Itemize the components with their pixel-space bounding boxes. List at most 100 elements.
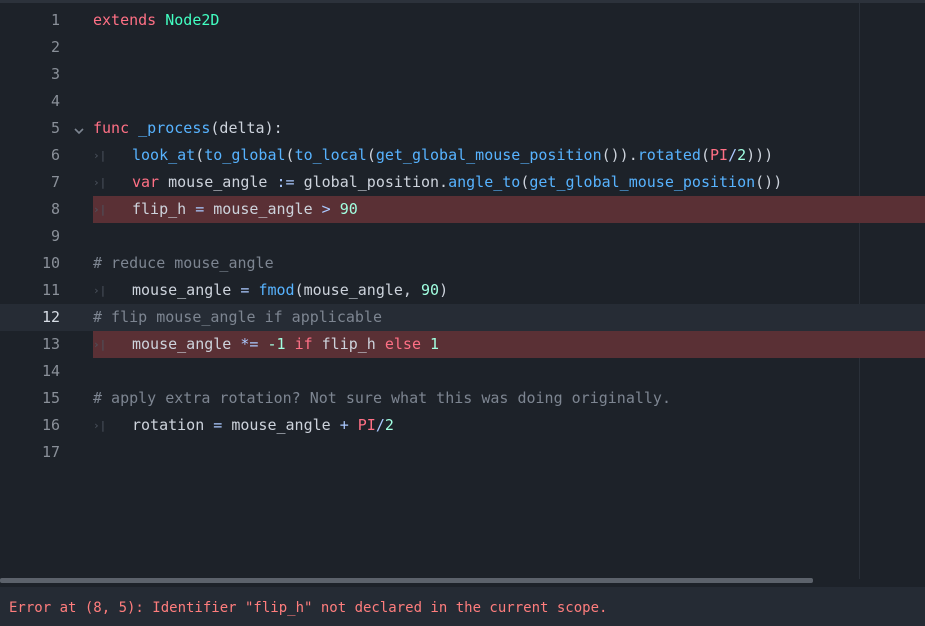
code-line-2[interactable]: 2: [0, 34, 925, 61]
code-line-4[interactable]: 4: [0, 88, 925, 115]
tab-indent-icon: ›|: [93, 176, 107, 189]
operator-token: >: [321, 200, 331, 218]
line-number: 5: [50, 119, 60, 137]
number-token: 90: [339, 200, 358, 218]
comment-token: # reduce mouse_angle: [93, 254, 274, 272]
code-editor[interactable]: 1 extends Node2D 2 3 4 5 func _process(d…: [0, 3, 925, 579]
line-number: 2: [50, 38, 60, 56]
text-token: global_position.: [294, 173, 449, 191]
line-number: 4: [50, 92, 60, 110]
text-token: (: [285, 146, 295, 164]
line-number: 10: [41, 254, 60, 272]
line-number: 1: [50, 11, 60, 29]
text-token: mouse_angle: [132, 281, 241, 299]
code-line-14[interactable]: 14: [0, 358, 925, 385]
tab-indent-icon: ›|: [93, 338, 107, 351]
keyword-token: var: [132, 173, 160, 191]
text-token: mouse_angle: [159, 173, 277, 191]
operator-token: +: [339, 416, 349, 434]
code-text[interactable]: var mouse_angle := global_position.angle…: [132, 169, 782, 196]
function-token: get_global_mouse_position: [375, 146, 602, 164]
code-line-6[interactable]: 6 ›| look_at(to_global(to_local(get_glob…: [0, 142, 925, 169]
function-token: get_global_mouse_position: [529, 173, 756, 191]
text-token: mouse_angle: [222, 416, 340, 434]
line-number: 13: [41, 335, 60, 353]
number-token: 2: [384, 416, 394, 434]
code-text[interactable]: mouse_angle = fmod(mouse_angle, 90): [132, 277, 448, 304]
text-token: (: [366, 146, 376, 164]
code-line-13-error[interactable]: 13 ›| mouse_angle *= -1 if flip_h else 1: [0, 331, 925, 358]
text-token: ()): [755, 173, 783, 191]
line-number: 8: [50, 200, 60, 218]
operator-token: =: [195, 200, 205, 218]
code-line-15[interactable]: 15 # apply extra rotation? Not sure what…: [0, 385, 925, 412]
line-number: 6: [50, 146, 60, 164]
line-number: 14: [41, 362, 60, 380]
status-bar: Error at (8, 5): Identifier "flip_h" not…: [0, 587, 925, 626]
code-text[interactable]: # reduce mouse_angle: [93, 250, 274, 277]
tab-indent-icon: ›|: [93, 284, 107, 297]
code-line-17[interactable]: 17: [0, 439, 925, 466]
code-line-5[interactable]: 5 func _process(delta):: [0, 115, 925, 142]
code-line-8-error[interactable]: 8 ›| flip_h = mouse_angle > 90: [0, 196, 925, 223]
keyword-token: if: [294, 335, 313, 353]
number-token: 1: [430, 335, 440, 353]
text-token: ): [439, 281, 449, 299]
code-text[interactable]: rotation = mouse_angle + PI/2: [132, 412, 394, 439]
text-token: flip_h: [312, 335, 385, 353]
operator-token: /: [728, 146, 738, 164]
text-token: flip_h: [132, 200, 196, 218]
code-line-12-current[interactable]: 12 # flip mouse_angle if applicable: [0, 304, 925, 331]
line-number: 3: [50, 65, 60, 83]
text-token: (mouse_angle,: [294, 281, 421, 299]
function-token: to_local: [294, 146, 367, 164]
horizontal-scrollbar-thumb[interactable]: [0, 578, 813, 583]
operator-token: /: [375, 416, 385, 434]
text-token: mouse_angle: [204, 200, 322, 218]
comment-token: # apply extra rotation? Not sure what th…: [93, 389, 671, 407]
code-text[interactable]: # flip mouse_angle if applicable: [93, 304, 382, 331]
tab-indent-icon: ›|: [93, 149, 107, 162]
code-text[interactable]: # apply extra rotation? Not sure what th…: [93, 385, 671, 412]
line-number: 11: [41, 281, 60, 299]
code-line-7[interactable]: 7 ›| var mouse_angle := global_position.…: [0, 169, 925, 196]
keyword-token: func: [93, 119, 130, 137]
function-token: angle_to: [448, 173, 521, 191]
class-token: Node2D: [165, 11, 220, 29]
function-token: rotated: [637, 146, 701, 164]
code-line-16[interactable]: 16 ›| rotation = mouse_angle + PI/2: [0, 412, 925, 439]
code-text[interactable]: flip_h = mouse_angle > 90: [132, 196, 358, 223]
operator-token: *=: [240, 335, 259, 353]
code-line-9[interactable]: 9: [0, 223, 925, 250]
keyword-token: else: [384, 335, 421, 353]
text-token: (: [195, 146, 205, 164]
text-token: ))): [746, 146, 774, 164]
code-line-10[interactable]: 10 # reduce mouse_angle: [0, 250, 925, 277]
code-line-11[interactable]: 11 ›| mouse_angle = fmod(mouse_angle, 90…: [0, 277, 925, 304]
comment-token: # flip mouse_angle if applicable: [93, 308, 382, 326]
code-text[interactable]: mouse_angle *= -1 if flip_h else 1: [132, 331, 439, 358]
code-line-1[interactable]: 1 extends Node2D: [0, 7, 925, 34]
code-text[interactable]: func _process(delta):: [93, 115, 283, 142]
line-number: 17: [41, 443, 60, 461]
line-number: 15: [41, 389, 60, 407]
error-message[interactable]: Error at (8, 5): Identifier "flip_h" not…: [9, 587, 607, 626]
keyword-token: extends: [93, 11, 157, 29]
text-token: (delta):: [210, 119, 283, 137]
tab-indent-icon: ›|: [93, 203, 107, 216]
operator-token: =: [213, 416, 223, 434]
tab-indent-icon: ›|: [93, 419, 107, 432]
code-text[interactable]: extends Node2D: [93, 7, 219, 34]
fold-chevron-down-icon[interactable]: [73, 123, 85, 135]
code-line-3[interactable]: 3: [0, 61, 925, 88]
operator-token: :=: [276, 173, 295, 191]
number-token: -1: [267, 335, 286, 353]
code-text[interactable]: look_at(to_global(to_local(get_global_mo…: [132, 142, 773, 169]
number-token: 90: [421, 281, 440, 299]
function-token: _process: [138, 119, 211, 137]
line-number: 12: [41, 308, 60, 326]
